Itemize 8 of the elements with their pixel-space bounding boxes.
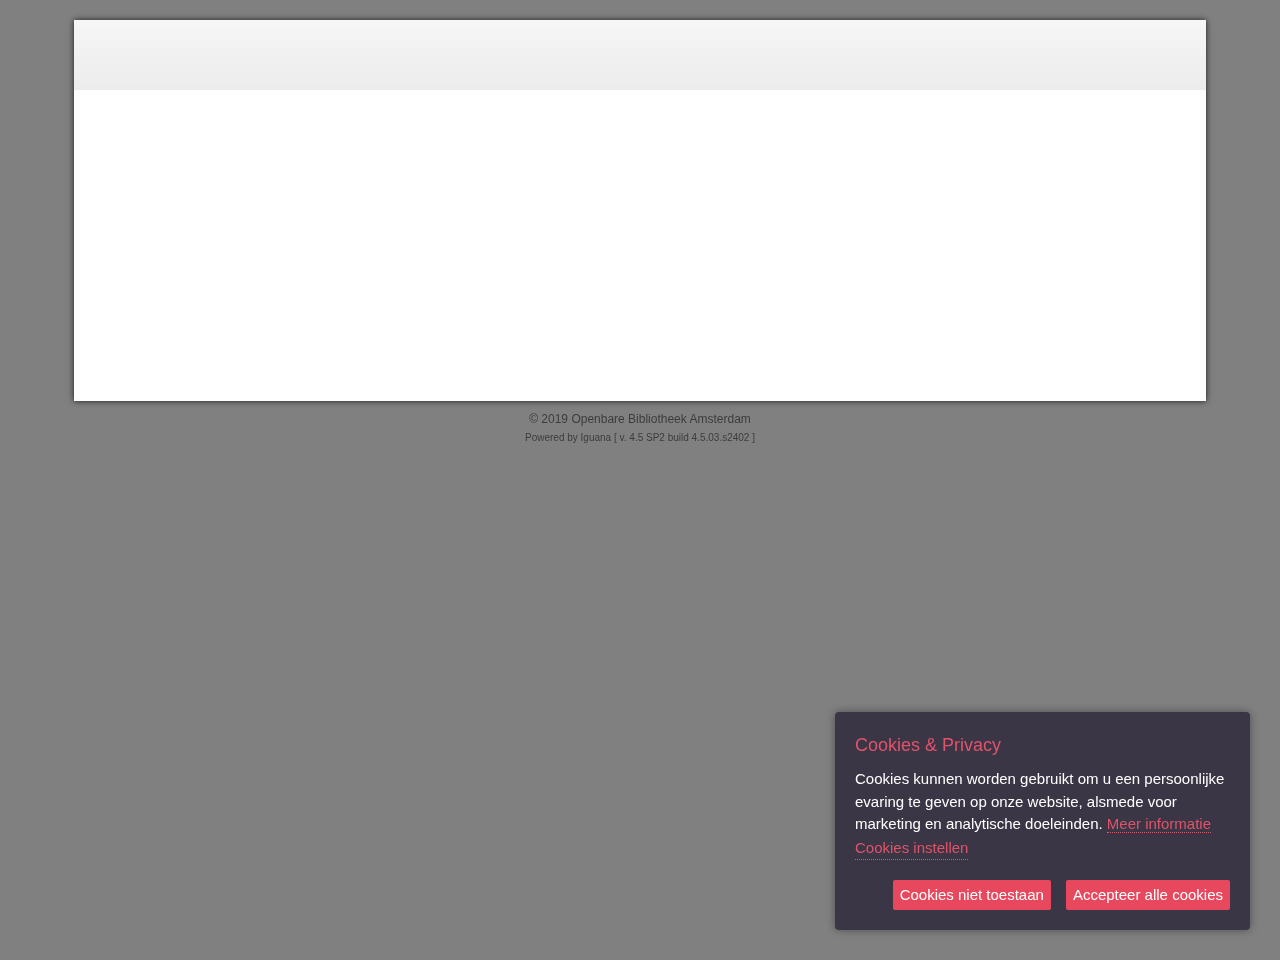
cookie-settings-link[interactable]: Cookies instellen [855, 836, 969, 860]
copyright-text: © 2019 Openbare Bibliotheek Amsterdam [529, 411, 751, 427]
decline-cookies-button[interactable]: Cookies niet toestaan [892, 879, 1051, 910]
cookie-description: Cookies kunnen worden gebruikt om u een persoonlijke evaring te geven op onze website, alsmede voor marketing en analytische doeleinden. Meer informatie [855, 769, 1226, 835]
powered-by-text: Powered by Iguana [ v. 4.5 SP2 build 4.5.03.s2402 ] [525, 431, 755, 445]
more-info-link[interactable]: Meer informatie [1106, 815, 1212, 833]
accept-cookies-button[interactable]: Accepteer alle cookies [1065, 879, 1230, 910]
dialog-title: Cookies & Privacy [855, 734, 1003, 756]
